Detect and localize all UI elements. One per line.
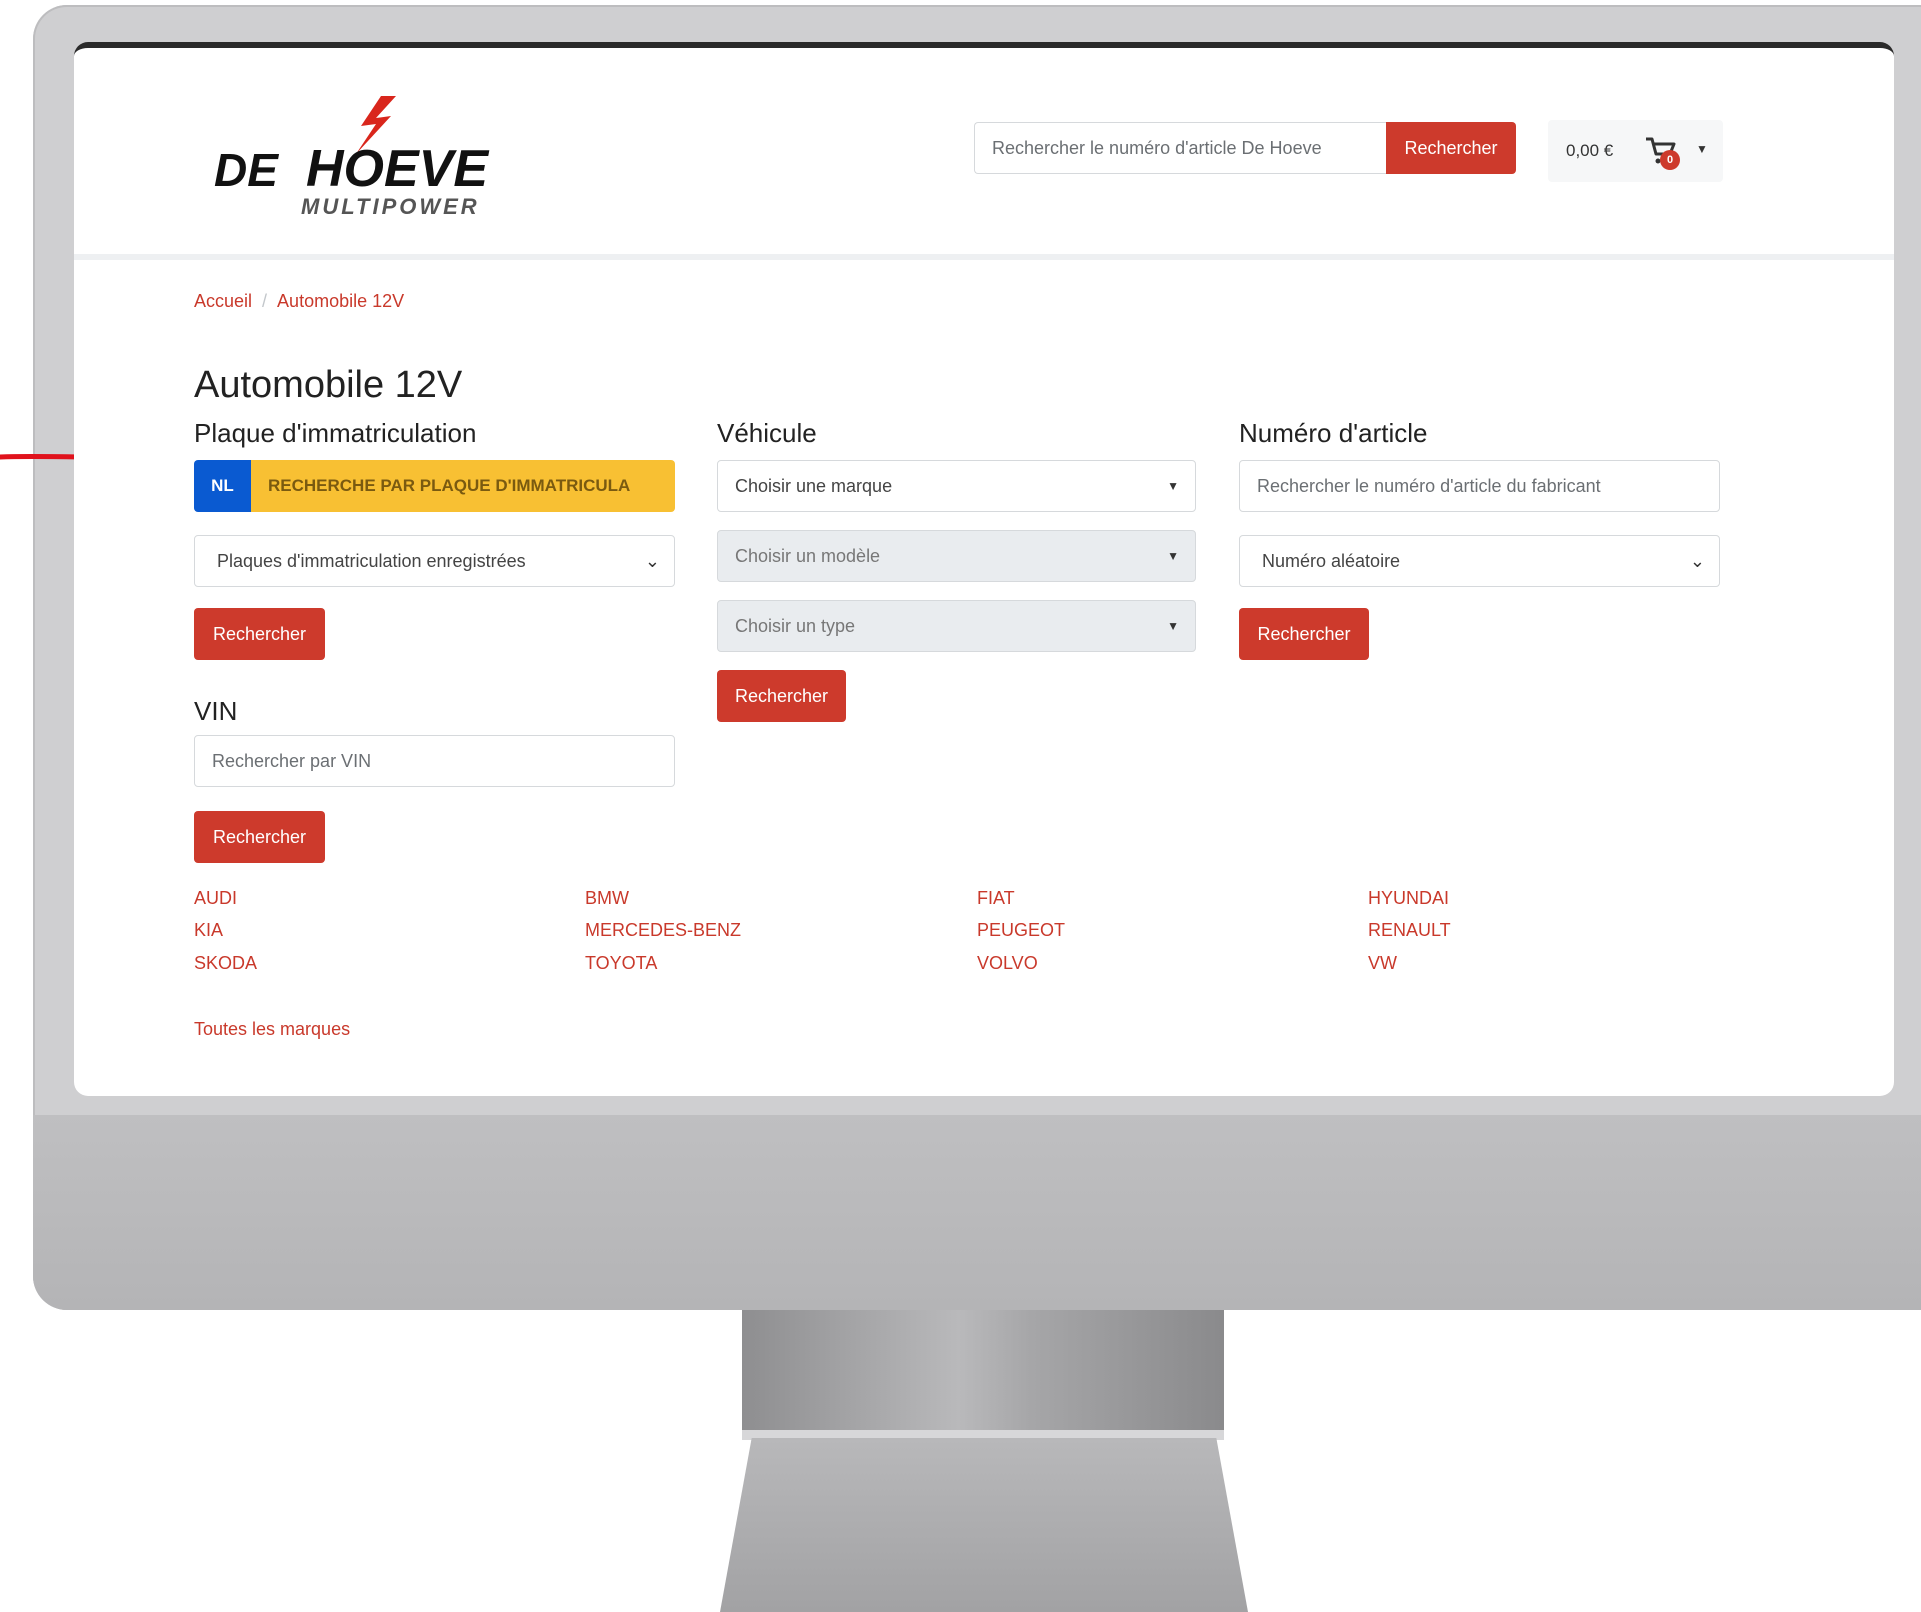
cart-dropdown[interactable]: 0,00 € 0 ▼ bbox=[1548, 120, 1723, 182]
brand-link-renault[interactable]: RENAULT bbox=[1368, 920, 1451, 941]
page-title: Automobile 12V bbox=[194, 364, 463, 406]
brand-link-hyundai[interactable]: HYUNDAI bbox=[1368, 888, 1449, 909]
plate-search-button[interactable]: Rechercher bbox=[194, 608, 325, 660]
monitor-stand-base bbox=[720, 1438, 1248, 1612]
brand-link-bmw[interactable]: BMW bbox=[585, 888, 629, 909]
logo-line1: DE bbox=[214, 144, 279, 196]
vin-heading: VIN bbox=[194, 696, 238, 726]
brand-link-volvo[interactable]: VOLVO bbox=[977, 953, 1038, 974]
brand-select[interactable]: Choisir une marque ▼ bbox=[717, 460, 1196, 512]
type-select[interactable]: Choisir un type ▼ bbox=[717, 600, 1196, 652]
type-select-value: Choisir un type bbox=[735, 616, 856, 636]
logo-line2: HOEVE bbox=[306, 140, 489, 198]
breadcrumb-separator: / bbox=[262, 291, 268, 311]
site-header: DE HOEVE MULTIPOWER Rechercher le numéro… bbox=[74, 48, 1894, 260]
cart-count-badge: 0 bbox=[1660, 150, 1680, 170]
saved-plates-value: Plaques d'immatriculation enregistrées bbox=[217, 551, 526, 571]
caret-down-icon: ▼ bbox=[1696, 142, 1708, 156]
de-hoeve-logo[interactable]: DE HOEVE MULTIPOWER bbox=[206, 96, 536, 221]
caret-down-icon: ▼ bbox=[1167, 619, 1179, 633]
license-plate-search-input[interactable]: NL RECHERCHE PAR PLAQUE D'IMMATRICULA bbox=[194, 460, 675, 512]
model-select[interactable]: Choisir un modèle ▼ bbox=[717, 530, 1196, 582]
brand-link-mercedes-benz[interactable]: MERCEDES-BENZ bbox=[585, 920, 741, 941]
article-type-select[interactable]: Numéro aléatoire ⌄ bbox=[1239, 535, 1720, 587]
logo-line3: MULTIPOWER bbox=[301, 194, 480, 219]
brand-link-toyota[interactable]: TOYOTA bbox=[585, 953, 657, 974]
manufacturer-article-input[interactable]: Rechercher le numéro d'article du fabric… bbox=[1239, 460, 1720, 512]
monitor-stand-neck bbox=[742, 1310, 1224, 1440]
brand-select-value: Choisir une marque bbox=[735, 476, 893, 496]
brand-link-kia[interactable]: KIA bbox=[194, 920, 223, 941]
vin-input[interactable]: Rechercher par VIN bbox=[194, 735, 675, 787]
plate-country-code: NL bbox=[194, 460, 251, 512]
plate-placeholder: RECHERCHE PAR PLAQUE D'IMMATRICULA bbox=[251, 460, 675, 512]
model-select-value: Choisir un modèle bbox=[735, 546, 881, 566]
breadcrumb: Accueil / Automobile 12V bbox=[194, 291, 404, 312]
header-search-button[interactable]: Rechercher bbox=[1386, 122, 1516, 174]
brand-link-skoda[interactable]: SKODA bbox=[194, 953, 257, 974]
brand-link-fiat[interactable]: FIAT bbox=[977, 888, 1015, 909]
article-heading: Numéro d'article bbox=[1239, 418, 1428, 448]
breadcrumb-home-link[interactable]: Accueil bbox=[194, 291, 252, 311]
brand-link-peugeot[interactable]: PEUGEOT bbox=[977, 920, 1065, 941]
chevron-down-icon: ⌄ bbox=[1689, 551, 1705, 571]
plate-heading: Plaque d'immatriculation bbox=[194, 418, 477, 448]
screen: DE HOEVE MULTIPOWER Rechercher le numéro… bbox=[74, 42, 1894, 1096]
saved-plates-select[interactable]: Plaques d'immatriculation enregistrées ⌄ bbox=[194, 535, 675, 587]
all-brands-link[interactable]: Toutes les marques bbox=[194, 1019, 350, 1040]
vin-search-button[interactable]: Rechercher bbox=[194, 811, 325, 863]
vehicle-heading: Véhicule bbox=[717, 418, 817, 448]
brand-link-vw[interactable]: VW bbox=[1368, 953, 1397, 974]
caret-down-icon: ▼ bbox=[1167, 479, 1179, 493]
article-search-input[interactable]: Rechercher le numéro d'article De Hoeve bbox=[974, 122, 1386, 174]
brand-link-audi[interactable]: AUDI bbox=[194, 888, 237, 909]
article-type-value: Numéro aléatoire bbox=[1262, 551, 1401, 571]
breadcrumb-current[interactable]: Automobile 12V bbox=[277, 291, 404, 311]
cart-amount: 0,00 € bbox=[1566, 141, 1614, 160]
caret-down-icon: ▼ bbox=[1167, 549, 1179, 563]
vehicle-search-button[interactable]: Rechercher bbox=[717, 670, 846, 722]
monitor-chin bbox=[33, 1115, 1921, 1310]
chevron-down-icon: ⌄ bbox=[644, 551, 660, 571]
article-search-button[interactable]: Rechercher bbox=[1239, 608, 1369, 660]
